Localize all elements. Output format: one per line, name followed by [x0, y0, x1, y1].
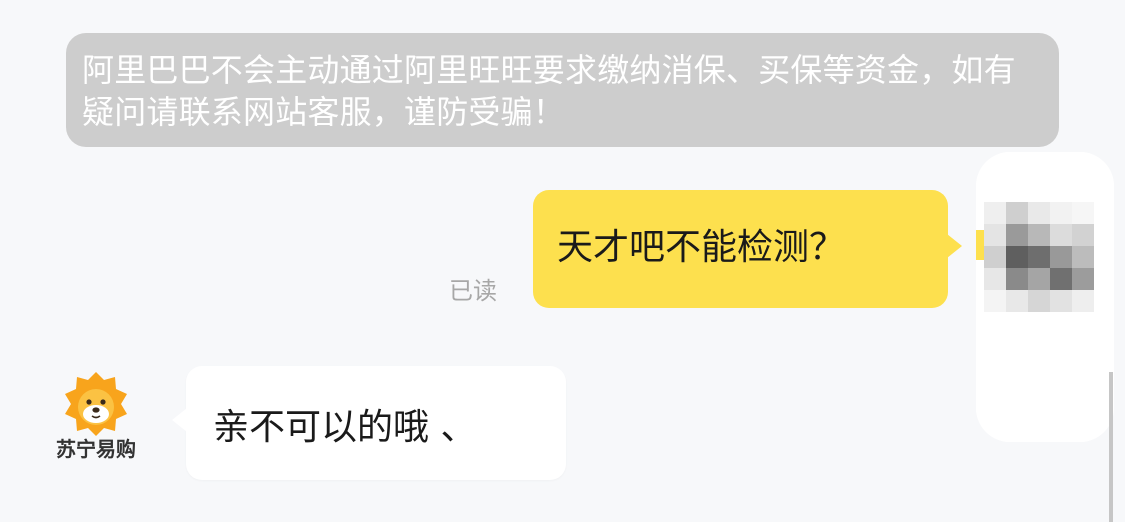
- shop-avatar[interactable]: 苏宁易购: [40, 370, 152, 470]
- my-message-bubble[interactable]: 天才吧不能检测？: [533, 190, 962, 308]
- shop-message-bubble[interactable]: 亲不可以的哦 、: [172, 366, 566, 480]
- system-notice: 阿里巴巴不会主动通过阿里旺旺要求缴纳消保、买保等资金，如有疑问请联系网站客服，谨…: [66, 33, 1059, 147]
- my-message-text: 天才吧不能检测？: [557, 227, 846, 268]
- suning-lion-logo-icon: [65, 372, 127, 436]
- self-avatar[interactable]: [976, 152, 1114, 442]
- scrollbar[interactable]: [1109, 372, 1113, 522]
- shop-name: 苏宁易购: [56, 437, 136, 461]
- read-status: 已读: [449, 277, 497, 305]
- shop-message-text: 亲不可以的哦 、: [213, 407, 477, 448]
- pixelated-avatar-icon: [976, 152, 1114, 442]
